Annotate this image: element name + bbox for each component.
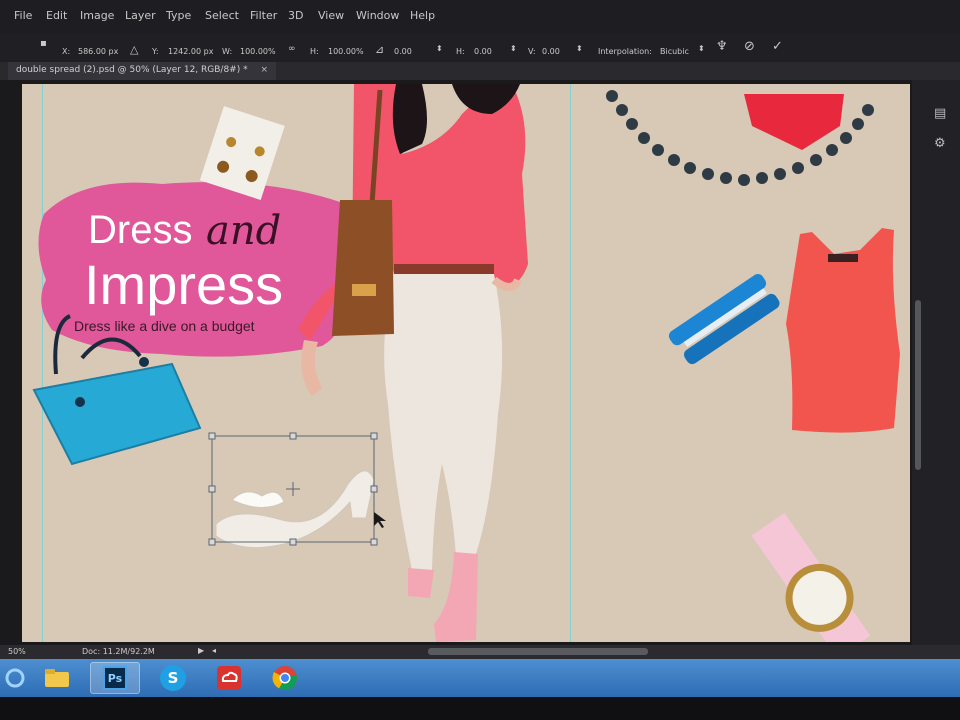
angle-field[interactable]: 0.00 [394, 47, 412, 56]
model-figure [298, 84, 528, 642]
angle-icon: ⊿ [375, 43, 385, 56]
tagline: Dress like a dive on a budget [74, 318, 255, 334]
headline-impress: Impress [84, 253, 284, 316]
hskew-stepper-icon[interactable]: ⬍ [510, 44, 517, 53]
menu-bar: File Edit Image Layer Type Select Filter… [0, 0, 960, 34]
document-canvas[interactable]: Dress and Impress Dress like a dive on a… [22, 84, 910, 642]
menu-filter[interactable]: Filter [250, 9, 277, 22]
h-label: H: [310, 47, 319, 56]
y-field[interactable]: 1242.00 px [168, 47, 213, 56]
menu-help[interactable]: Help [410, 9, 435, 22]
horizontal-scrollbar[interactable] [428, 648, 648, 655]
commit-transform-icon[interactable]: ✓ [772, 39, 783, 54]
interpolation-label: Interpolation: [598, 47, 652, 56]
transform-options-bar: ▪ X: 586.00 px △ Y: 1242.00 px W: 100.00… [0, 34, 960, 62]
file-explorer-icon [45, 669, 69, 687]
cancel-transform-icon[interactable]: ⊘ [744, 39, 755, 54]
taskbar-photoshop[interactable]: Ps [90, 662, 140, 694]
height-field[interactable]: 100.00% [328, 47, 364, 56]
menu-image[interactable]: Image [80, 9, 114, 22]
document-tab-title: double spread (2).psd @ 50% (Layer 12, R… [16, 65, 248, 75]
vskew-field[interactable]: 0.00 [542, 47, 560, 56]
relative-position-icon[interactable]: △ [130, 43, 138, 56]
history-panel-icon[interactable]: ▤ [934, 106, 946, 121]
w-label: W: [222, 47, 233, 56]
monitor-bezel [0, 697, 960, 720]
right-panel-dock: ▤ ⚙ [912, 80, 960, 645]
zoom-level[interactable]: 50% [8, 647, 26, 656]
taskbar-chrome[interactable] [260, 662, 310, 694]
menu-select[interactable]: Select [205, 9, 239, 22]
menu-view[interactable]: View [318, 9, 344, 22]
close-icon[interactable]: × [260, 65, 268, 75]
headline-dress: Dress [88, 208, 193, 252]
status-arrow-icon[interactable]: ▶ [198, 646, 204, 655]
y-label: Y: [152, 47, 159, 56]
skype-icon: S [160, 665, 186, 691]
menu-edit[interactable]: Edit [46, 9, 67, 22]
headline-and: and [206, 208, 282, 254]
windows-taskbar: Ps S [0, 659, 960, 697]
status-bar: 50% Doc: 11.2M/92.2M ▶ ◂ [0, 645, 960, 659]
document-tab[interactable]: double spread (2).psd @ 50% (Layer 12, R… [8, 62, 277, 80]
width-field[interactable]: 100.00% [240, 47, 276, 56]
floral-watch [751, 512, 871, 642]
menu-type[interactable]: Type [166, 9, 191, 22]
menu-window[interactable]: Window [356, 9, 399, 22]
artwork-layers [32, 84, 900, 642]
vertical-scrollbar[interactable] [915, 300, 921, 470]
chain-link-icon[interactable]: ∞ [288, 44, 296, 54]
vskew-stepper-icon[interactable]: ⬍ [576, 44, 583, 53]
menu-file[interactable]: File [14, 9, 32, 22]
photoshop-icon: Ps [103, 666, 127, 690]
scroll-left-icon[interactable]: ◂ [212, 646, 216, 655]
document-tab-bar: double spread (2).psd @ 50% (Layer 12, R… [0, 62, 960, 80]
taskbar-skype[interactable]: S [148, 662, 198, 694]
hskew-label: H: [456, 47, 465, 56]
angle-stepper-icon[interactable]: ⬍ [436, 44, 443, 53]
reference-point-icon[interactable]: ▪ [40, 38, 47, 49]
vskew-label: V: [528, 47, 536, 56]
red-clutch [744, 94, 844, 150]
taskbar-file-explorer[interactable] [32, 662, 82, 694]
hskew-field[interactable]: 0.00 [474, 47, 492, 56]
photoshop-icon-label: Ps [107, 671, 123, 685]
properties-panel-icon[interactable]: ⚙ [934, 136, 946, 151]
interpolation-arrows-icon[interactable]: ⬍ [698, 44, 705, 53]
chrome-icon [272, 666, 297, 690]
ie-icon [5, 668, 25, 688]
menu-3d[interactable]: 3D [288, 9, 303, 22]
interpolation-select[interactable]: Bicubic [660, 47, 689, 56]
white-shoe-layer [215, 470, 375, 549]
creative-cloud-icon [217, 666, 241, 690]
coral-top [786, 228, 900, 433]
x-field[interactable]: 586.00 px [78, 47, 118, 56]
x-label: X: [62, 47, 71, 56]
blue-bracelet [668, 274, 780, 365]
menu-layer[interactable]: Layer [125, 9, 156, 22]
taskbar-creative-cloud[interactable] [204, 662, 254, 694]
doc-size: Doc: 11.2M/92.2M [82, 647, 155, 656]
warp-icon[interactable]: ♆ [716, 39, 728, 54]
skype-icon-label: S [167, 669, 179, 687]
mouse-cursor-icon [374, 512, 386, 528]
